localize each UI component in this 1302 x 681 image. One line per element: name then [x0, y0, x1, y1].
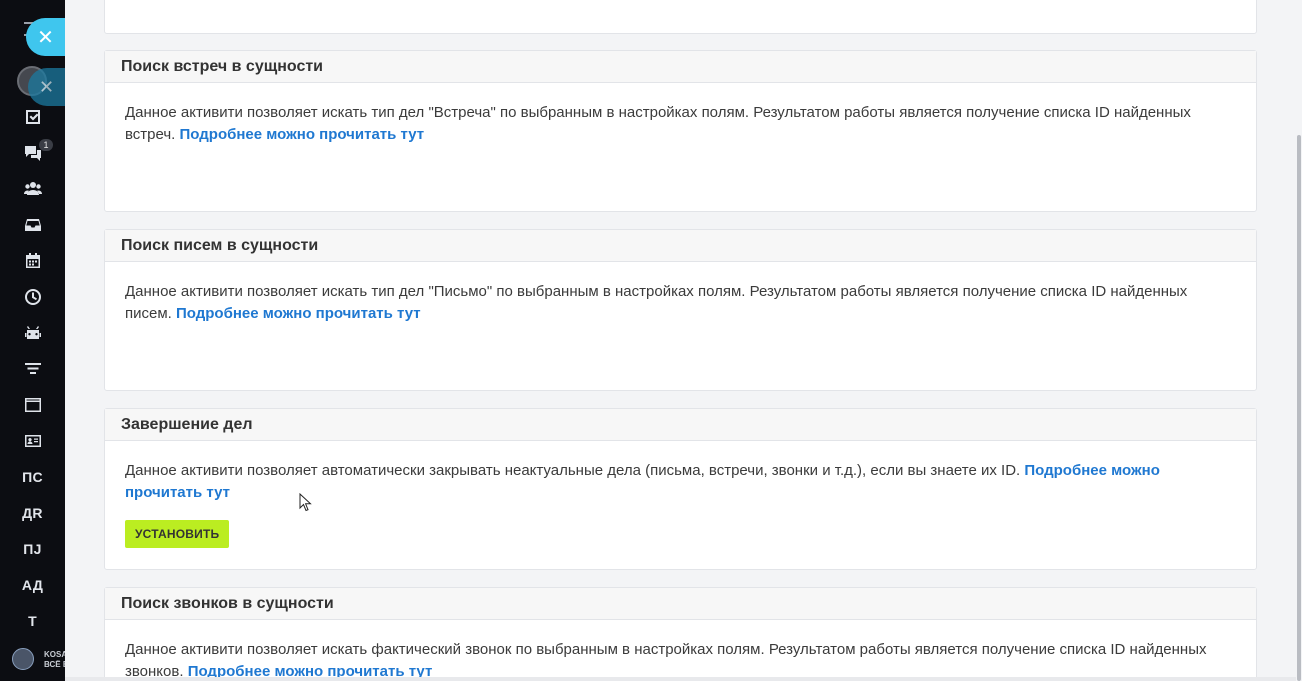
more-info-link[interactable]: Подробнее можно прочитать тут: [180, 126, 425, 143]
card-text: Данное активити позволяет автоматически …: [125, 462, 1021, 479]
bottom-edge: [65, 677, 1296, 681]
card-description: Данное активити позволяет искать тип дел…: [105, 262, 1256, 325]
company-logo-icon: [12, 648, 34, 670]
contact-card-icon[interactable]: [22, 430, 44, 452]
card-title: Поиск встреч в сущности: [105, 51, 1256, 83]
chat-badge: 1: [39, 139, 53, 151]
more-info-link[interactable]: Подробнее можно прочитать тут: [176, 305, 421, 322]
card-previous: [104, 0, 1257, 34]
install-button[interactable]: УСТАНОВИТЬ: [125, 520, 230, 548]
window-icon[interactable]: [22, 394, 44, 416]
close-icon: ✕: [37, 26, 54, 49]
sidebar-item-t[interactable]: Т: [0, 613, 65, 629]
company-name-line2: ВСЁ Б: [44, 660, 65, 669]
sidebar-item-dr[interactable]: ДR: [0, 505, 65, 521]
clock-icon[interactable]: [22, 286, 44, 308]
card-description: Данное активити позволяет автоматически …: [105, 441, 1256, 548]
sidebar-item-ps[interactable]: ПС: [0, 469, 65, 485]
mouse-cursor-icon: [299, 493, 312, 512]
card-description: Данное активити позволяет искать тип дел…: [105, 83, 1256, 146]
close-slider-button-secondary[interactable]: ✕: [28, 68, 65, 106]
scrollbar-thumb[interactable]: [1297, 135, 1301, 681]
company-switcher[interactable]: KOSA ВСЁ Б: [12, 648, 65, 672]
company-name-line1: KOSA: [44, 650, 65, 659]
sidebar-item-ad[interactable]: АД: [0, 577, 65, 593]
close-icon: ✕: [38, 76, 55, 97]
inbox-icon[interactable]: [22, 214, 44, 236]
card-complete-activities: Завершение дел Данное активити позволяет…: [104, 408, 1257, 570]
card-calls-search: Поиск звонков в сущности Данное активити…: [104, 587, 1257, 681]
close-slider-button[interactable]: ✕: [26, 18, 65, 56]
users-icon[interactable]: [22, 178, 44, 200]
calendar-icon[interactable]: [22, 250, 44, 272]
card-emails-search: Поиск писем в сущности Данное активити п…: [104, 229, 1257, 391]
robot-icon[interactable]: [22, 322, 44, 344]
funnel-icon[interactable]: [22, 358, 44, 380]
card-title: Поиск звонков в сущности: [105, 588, 1256, 620]
card-description: Данное активити позволяет искать фактиче…: [105, 620, 1256, 681]
card-meetings-search: Поиск встреч в сущности Данное активити …: [104, 50, 1257, 212]
checkbox-icon[interactable]: [22, 106, 44, 128]
main-content: Поиск встреч в сущности Данное активити …: [65, 0, 1296, 681]
card-title: Завершение дел: [105, 409, 1256, 441]
sidebar-item-pj[interactable]: ПJ: [0, 541, 65, 557]
card-title: Поиск писем в сущности: [105, 230, 1256, 262]
